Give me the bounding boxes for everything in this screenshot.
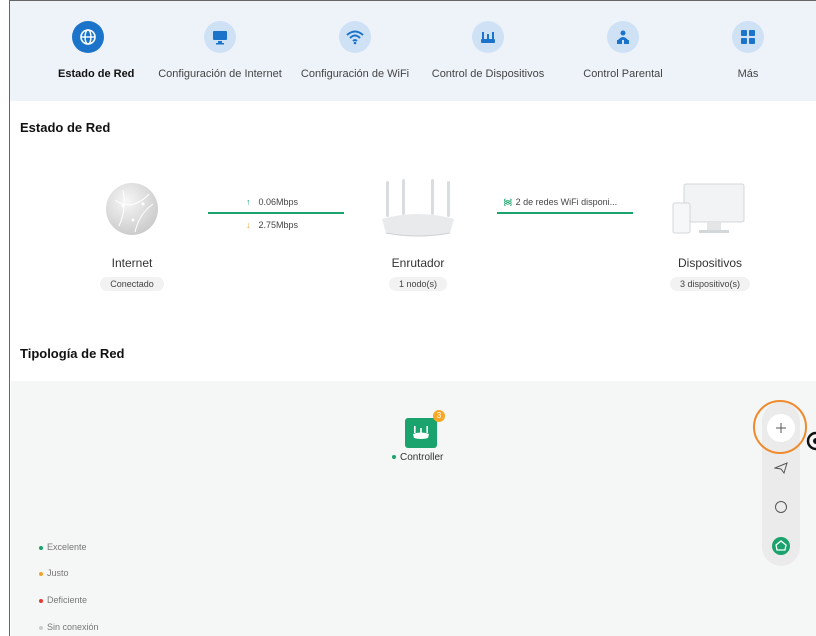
monitor-icon [204,21,236,53]
globe-icon [72,21,104,53]
wifi-networks-value: 2 de redes WiFi disponi... [515,197,618,207]
internet-node: Internet Conectado [80,256,184,292]
router-label: Enrutador [391,256,445,270]
devices-label: Dispositivos [677,256,743,270]
controller-router-icon[interactable] [405,418,437,448]
controller-count-badge: 3 [433,410,445,422]
internet-globe-icon [105,182,159,236]
send-button[interactable] [767,454,795,482]
legend-label: Deficiente [47,595,88,605]
nav-item-control-de-dispositivos[interactable]: Control de Dispositivos [428,21,548,91]
circle-icon [775,501,787,513]
download-rate: ↓ 2.75Mbps [246,220,298,230]
section-title-estado: Estado de Red [20,120,111,135]
legend-label: Excelente [47,542,87,552]
nav-item-configuracion-de-wifi[interactable]: Configuración de WiFi [300,21,410,91]
devices-count-badge[interactable]: 3 dispositivo(s) [669,277,751,291]
nav-label: Más [737,68,759,80]
topology-canvas[interactable]: 3 Controller [11,381,816,636]
nav-label: Configuración de WiFi [300,68,410,80]
upload-rate: ↑ 0.06Mbps [246,197,298,207]
nav-item-mas[interactable]: Más [726,21,770,91]
controller-label: Controller [392,452,443,463]
wifi-networks-text[interactable]: ᯼ 2 de redes WiFi disponi... [503,195,617,208]
devices-image[interactable] [672,183,746,239]
devices-node: Dispositivos 3 dispositivo(s) [658,256,762,292]
wifi-link-line [497,212,633,214]
app-frame: Estado de Red Configuración de Internet … [9,0,816,636]
nav-label: Control Parental [583,68,663,80]
arrow-down-icon: ↓ [246,220,251,230]
status-dot [39,571,43,576]
section-title-tipologia: Tipología de Red [20,346,125,361]
legend-excelente: Excelente [39,542,87,552]
nav-label: Estado de Red [58,68,135,80]
controller-name: Controller [400,452,444,463]
status-dot [39,598,43,603]
arrow-up-icon: ↑ [246,197,251,207]
legend-sin-conexion: Sin conexión [39,622,99,632]
legend-deficiente: Deficiente [39,595,87,605]
download-value: 2.75Mbps [258,220,299,230]
wifi-icon: ᯼ [503,197,513,207]
legend-label: Justo [47,568,69,578]
legend-label: Sin conexión [47,622,99,632]
upload-value: 0.06Mbps [258,197,299,207]
wifi-icon [339,21,371,53]
router-icon [472,21,504,53]
router-image[interactable] [380,179,456,241]
internet-label: Internet [111,256,153,270]
grid-icon [732,21,764,53]
internet-link-line [208,212,344,214]
refresh-button[interactable] [767,493,795,521]
top-nav: Estado de Red Configuración de Internet … [10,1,816,101]
router-nodes-badge[interactable]: 1 nodo(s) [388,277,448,291]
status-dot [39,625,43,630]
nav-item-configuracion-de-internet[interactable]: Configuración de Internet [157,21,283,91]
router-node: Enrutador 1 nodo(s) [368,256,468,292]
parental-icon [607,21,639,53]
legend-justo: Justo [39,568,69,578]
mesh-icon [772,537,790,555]
status-dot [392,455,396,460]
topology-view-button[interactable] [767,532,795,560]
internet-status-badge: Conectado [100,277,164,291]
nav-label: Configuración de Internet [158,68,282,80]
status-dot [39,545,43,550]
nav-item-control-parental[interactable]: Control Parental [577,21,669,91]
cursor-icon [804,431,816,456]
highlight-ring [753,400,807,454]
nav-item-estado-de-red[interactable]: Estado de Red [58,21,135,91]
send-icon [774,462,788,474]
nav-label: Control de Dispositivos [431,68,545,80]
